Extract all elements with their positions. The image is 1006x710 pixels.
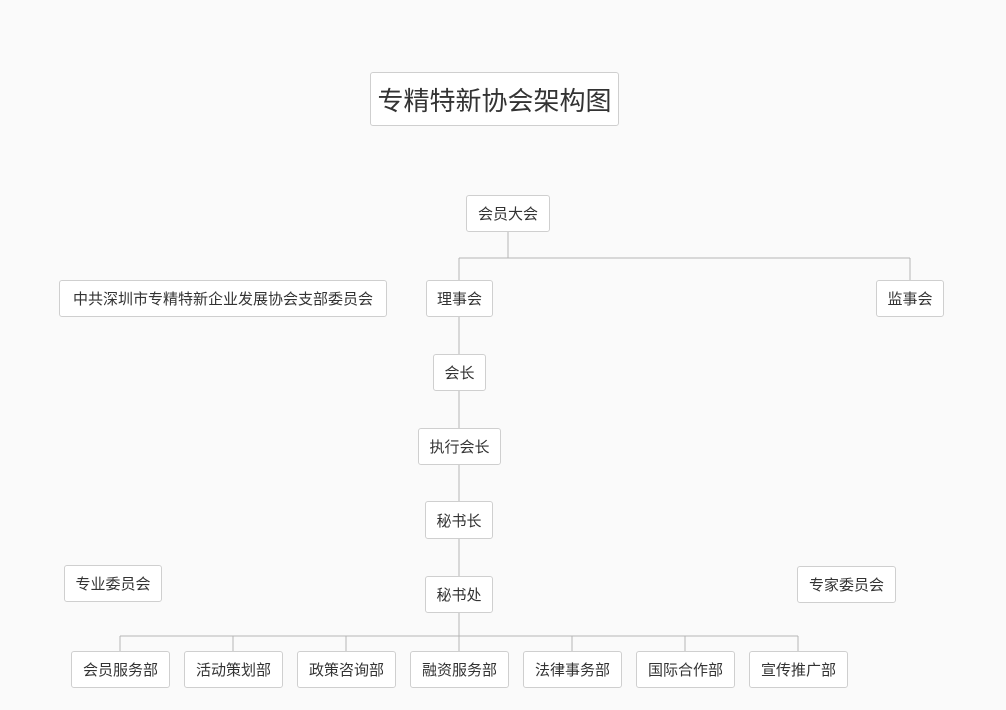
node-council: 理事会 [426,280,493,317]
department-box: 融资服务部 [410,651,509,688]
department-box: 政策咨询部 [297,651,396,688]
chart-title: 专精特新协会架构图 [370,72,619,126]
node-expert-committee: 专家委员会 [797,566,896,603]
node-executive-president: 执行会长 [418,428,501,465]
node-secretary-general: 秘书长 [425,501,493,539]
node-president: 会长 [433,354,486,391]
department-box: 活动策划部 [184,651,283,688]
node-professional-committee: 专业委员会 [64,565,162,602]
node-supervisory-board: 监事会 [876,280,944,317]
department-box: 国际合作部 [636,651,735,688]
department-box: 会员服务部 [71,651,170,688]
node-secretariat: 秘书处 [425,576,493,613]
department-box: 法律事务部 [523,651,622,688]
node-party-branch: 中共深圳市专精特新企业发展协会支部委员会 [59,280,387,317]
node-general-assembly: 会员大会 [466,195,550,232]
department-box: 宣传推广部 [749,651,848,688]
